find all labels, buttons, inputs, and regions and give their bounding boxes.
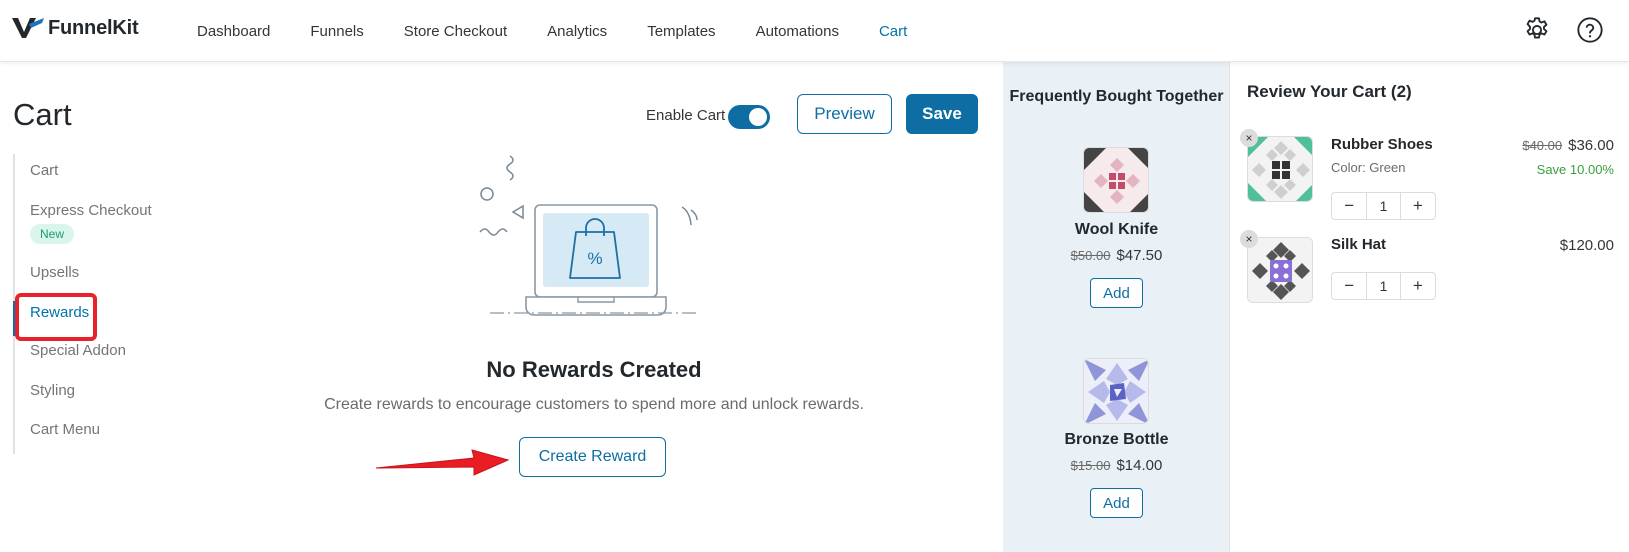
quilt-pattern-image <box>1248 137 1312 201</box>
fbt-product-name: Wool Knife <box>1074 221 1159 238</box>
red-arrow-annotation <box>376 449 510 476</box>
nav-cart[interactable]: Cart <box>879 23 907 40</box>
cart-item-name: Rubber Shoes <box>1331 136 1433 153</box>
svg-text:%: % <box>587 249 602 268</box>
rewards-highlight-box <box>15 293 97 341</box>
gear-icon[interactable] <box>1523 16 1551 44</box>
cart-item-thumbnail <box>1247 237 1313 303</box>
fbt-product-price: $15.00 $14.00 <box>1003 457 1230 474</box>
funnelkit-logo[interactable]: FunnelKit <box>12 16 139 40</box>
nav-store-checkout[interactable]: Store Checkout <box>404 23 507 40</box>
nav-dashboard[interactable]: Dashboard <box>197 23 270 40</box>
cart-item-price: $40.00 $36.00 <box>1522 137 1614 154</box>
nav-automations[interactable]: Automations <box>756 23 839 40</box>
cart-item-price: $120.00 <box>1559 237 1614 254</box>
cart-item-thumbnail <box>1247 136 1313 202</box>
fbt-old-price: $15.00 <box>1070 458 1111 473</box>
product-thumbnail-wool-knife[interactable] <box>1083 147 1149 213</box>
fbt-product-name: Bronze Bottle <box>1064 431 1169 448</box>
main-nav: Dashboard Funnels Store Checkout Analyti… <box>197 0 947 62</box>
quantity-value[interactable]: 1 <box>1366 273 1401 299</box>
quantity-stepper: − 1 + <box>1331 272 1436 300</box>
cart-title: Review Your Cart (2) <box>1247 82 1412 101</box>
fbt-title: Frequently Bought Together <box>1003 85 1230 108</box>
nav-analytics[interactable]: Analytics <box>547 23 607 40</box>
frequently-bought-together-panel: Frequently Bought Together Wool Knife $5… <box>1003 62 1230 552</box>
cart-item-new-price: $36.00 <box>1568 137 1614 154</box>
toggle-knob <box>749 108 767 126</box>
save-button[interactable]: Save <box>906 94 978 134</box>
remove-item-icon[interactable]: × <box>1240 129 1258 147</box>
preview-button[interactable]: Preview <box>797 94 892 134</box>
decrease-quantity-button[interactable]: − <box>1332 273 1366 299</box>
fbt-old-price: $50.00 <box>1070 248 1111 263</box>
page-title: Cart <box>13 97 72 132</box>
sidebar-item-cart-menu[interactable]: Cart Menu <box>30 421 100 438</box>
cart-item-name: Silk Hat <box>1331 236 1387 253</box>
fbt-title-text: Frequently Bought Together <box>1009 88 1224 105</box>
decrease-quantity-button[interactable]: − <box>1332 193 1366 219</box>
remove-item-icon[interactable]: × <box>1240 230 1258 248</box>
enable-cart-toggle[interactable] <box>728 105 770 129</box>
quantity-stepper: − 1 + <box>1331 192 1436 220</box>
fbt-new-price: $14.00 <box>1116 457 1163 474</box>
add-bronze-bottle-button[interactable]: Add <box>1090 488 1143 518</box>
sidebar-item-upsells[interactable]: Upsells <box>30 264 79 281</box>
create-reward-button[interactable]: Create Reward <box>519 437 666 477</box>
nav-funnels[interactable]: Funnels <box>310 23 363 40</box>
cart-item-old-price: $40.00 <box>1522 138 1563 153</box>
increase-quantity-button[interactable]: + <box>1401 193 1435 219</box>
new-badge: New <box>30 224 75 244</box>
product-thumbnail-bronze-bottle[interactable] <box>1083 358 1149 424</box>
cart-item-variant: Color: Green <box>1331 160 1406 175</box>
funnelkit-logo-icon <box>12 18 44 38</box>
logo-text: FunnelKit <box>48 16 139 39</box>
quilt-pattern-image <box>1084 359 1148 423</box>
fbt-new-price: $47.50 <box>1116 247 1163 264</box>
fbt-product-price: $50.00 $47.50 <box>1003 247 1230 264</box>
quilt-pattern-image <box>1248 238 1312 302</box>
top-navigation-bar: FunnelKit Dashboard Funnels Store Checko… <box>0 0 1629 62</box>
sidebar-item-express-checkout[interactable]: Express Checkout <box>30 202 152 219</box>
nav-templates[interactable]: Templates <box>647 23 715 40</box>
review-cart-panel: Review Your Cart (2) × Rubber Shoes Colo… <box>1230 62 1629 552</box>
cart-item-savings: Save 10.00% <box>1536 162 1614 177</box>
enable-cart-label: Enable Cart <box>646 107 726 124</box>
quantity-value[interactable]: 1 <box>1366 193 1401 219</box>
quilt-pattern-image <box>1084 148 1148 212</box>
empty-rewards-illustration: % <box>479 155 698 316</box>
help-icon[interactable] <box>1576 16 1604 44</box>
increase-quantity-button[interactable]: + <box>1401 273 1435 299</box>
sidebar-item-cart[interactable]: Cart <box>30 162 58 179</box>
add-wool-knife-button[interactable]: Add <box>1090 278 1143 308</box>
